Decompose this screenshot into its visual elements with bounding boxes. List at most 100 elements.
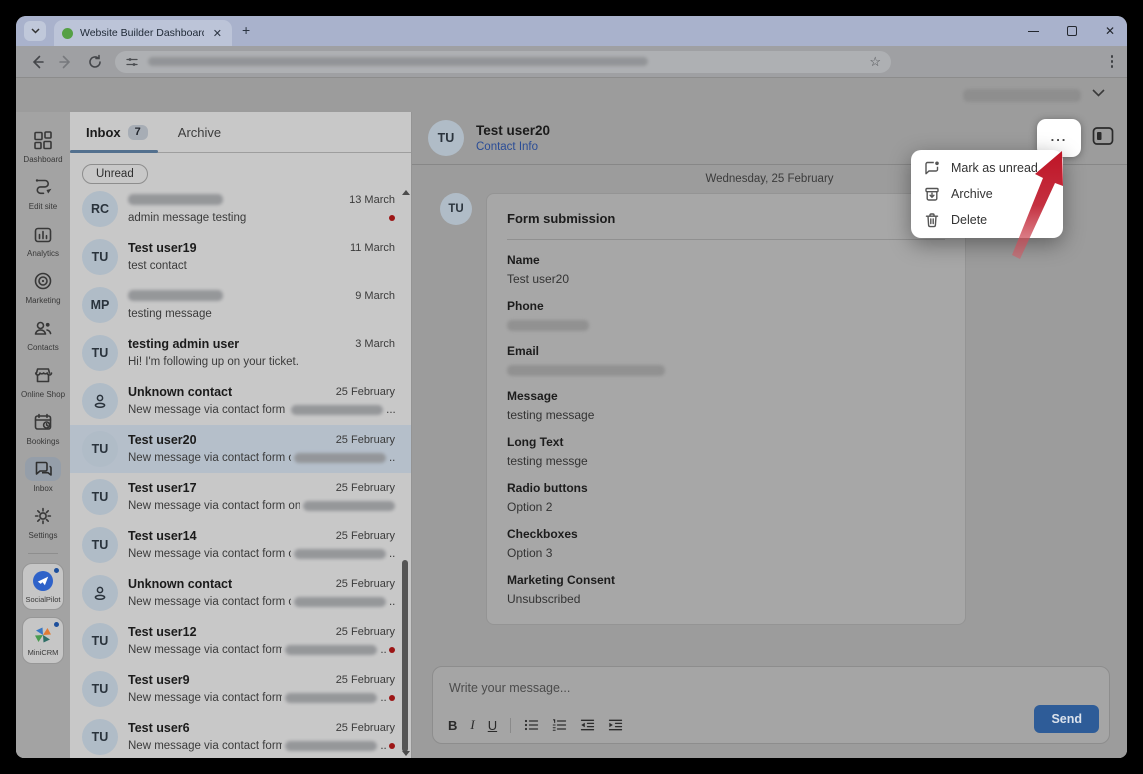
list-item[interactable]: Unknown contact25 FebruaryNew message vi…: [70, 377, 411, 425]
new-tab-button[interactable]: +: [242, 22, 250, 38]
message-row-top: Test user1725 February: [128, 479, 395, 496]
bulleted-list-icon[interactable]: [524, 718, 539, 732]
menu-item-delete[interactable]: Delete: [911, 207, 1063, 233]
sidebar-item-label: Online Shop: [21, 390, 65, 399]
list-item[interactable]: TUTest user2025 FebruaryNew message via …: [70, 425, 411, 473]
message-summary: Unknown contact25 FebruaryNew message vi…: [128, 377, 395, 425]
notification-dot: [54, 622, 59, 627]
list-item[interactable]: Unknown contact25 FebruaryNew message vi…: [70, 569, 411, 617]
underline-icon[interactable]: U: [488, 718, 497, 733]
menu-item-mark-as-unread[interactable]: Mark as unread: [911, 155, 1063, 181]
list-item[interactable]: TUTest user625 FebruaryNew message via c…: [70, 713, 411, 758]
form-field-marketing-consent: Marketing ConsentUnsubscribed: [507, 573, 945, 606]
message-row-bottom: New message via contact form on..: [128, 545, 395, 562]
close-button[interactable]: ✕: [1105, 25, 1115, 37]
avatar: TU: [82, 719, 118, 755]
list-item[interactable]: TUTest user1425 FebruaryNew message via …: [70, 521, 411, 569]
delete-icon: [923, 211, 941, 229]
browser-tab[interactable]: Website Builder Dashboard ✕: [54, 20, 232, 46]
redacted-account-name: [963, 89, 1081, 102]
avatar: TU: [428, 120, 464, 156]
form-field-message: Messagetesting message: [507, 389, 945, 422]
sidebar-item-bookings[interactable]: Bookings: [27, 410, 60, 446]
field-value: Test user20: [507, 272, 945, 286]
sidebar-item-label: Settings: [29, 531, 58, 540]
list-item[interactable]: TUtesting admin user3 MarchHi! I'm follo…: [70, 329, 411, 377]
message-sender-name: Test user20: [128, 433, 197, 447]
message-preview: testing message: [128, 308, 212, 320]
outdent-icon[interactable]: [580, 718, 595, 732]
active-tab-underline: [70, 150, 158, 153]
message-input[interactable]: Write your message...: [449, 681, 570, 695]
bold-icon[interactable]: B: [448, 718, 457, 733]
italic-icon[interactable]: I: [470, 717, 474, 733]
menu-item-label: Delete: [951, 213, 987, 227]
message-preview: New message via contact form on: [128, 500, 300, 512]
unread-dot: [389, 743, 395, 749]
sidebar-item-settings[interactable]: Settings: [29, 504, 58, 540]
list-item[interactable]: TUTest user1225 FebruaryNew message via …: [70, 617, 411, 665]
message-preview-ellipsis: ..: [380, 692, 386, 704]
list-scrollbar[interactable]: [400, 188, 410, 756]
sidebar-item-online-shop[interactable]: Online Shop: [21, 363, 65, 399]
tab-inbox[interactable]: Inbox 7: [86, 125, 148, 140]
sidebar-app-socialpilot[interactable]: SocialPilot: [22, 563, 64, 610]
sidebar-item-inbox[interactable]: Inbox: [25, 457, 61, 493]
menu-item-archive[interactable]: Archive: [911, 181, 1063, 207]
tab-archive[interactable]: Archive: [178, 125, 221, 140]
tab-search-button[interactable]: [24, 21, 46, 41]
sidebar-item-contacts[interactable]: Contacts: [27, 316, 59, 352]
message-preview: admin message testing: [128, 212, 246, 224]
reload-button[interactable]: [87, 54, 103, 70]
scroll-up-icon[interactable]: [402, 190, 410, 195]
avatar: TU: [82, 479, 118, 515]
notification-dot: [54, 568, 59, 573]
sidebar-app-minicrm[interactable]: MiniCRM: [22, 617, 64, 664]
message-row-bottom: New message via contact form on..: [128, 641, 395, 658]
account-chevron-down-icon[interactable]: [1092, 89, 1105, 97]
bookings-icon: [32, 410, 54, 434]
bookmark-star-icon[interactable]: ☆: [869, 54, 881, 70]
list-item[interactable]: TUTest user1911 Marchtest contact: [70, 233, 411, 281]
send-button[interactable]: Send: [1034, 705, 1099, 733]
message-bubble-row: TU Form submission NameTest user20PhoneE…: [440, 193, 966, 625]
sidebar-item-marketing[interactable]: Marketing: [25, 269, 60, 305]
message-preview-ellipsis: ..: [380, 644, 386, 656]
avatar: RC: [82, 191, 118, 227]
scrollbar-thumb[interactable]: [402, 560, 408, 752]
minimize-button[interactable]: [1028, 31, 1039, 32]
site-settings-icon: [125, 55, 139, 69]
context-menu: Mark as unreadArchive Delete: [911, 150, 1063, 238]
indent-icon[interactable]: [608, 718, 623, 732]
list-item[interactable]: TU Test user1725 February New message via …: [70, 473, 411, 521]
contact-info-link[interactable]: Contact Info: [476, 141, 550, 153]
scroll-down-icon[interactable]: [402, 751, 410, 756]
browser-menu-icon[interactable]: [1111, 55, 1114, 68]
message-sender-name: Unknown contact: [128, 385, 232, 399]
settings-icon: [32, 504, 54, 528]
list-item[interactable]: TUTest user925 FebruaryNew message via c…: [70, 665, 411, 713]
unread-filter-chip[interactable]: Unread: [82, 164, 148, 184]
message-preview-ellipsis: ..: [389, 548, 395, 560]
side-panel-toggle-icon[interactable]: [1092, 126, 1114, 146]
list-item[interactable]: MP9 Marchtesting message: [70, 281, 411, 329]
redacted-preview: [285, 741, 377, 751]
sidebar-item-dashboard[interactable]: Dashboard: [23, 128, 62, 164]
field-label: Email: [507, 344, 945, 358]
numbered-list-icon[interactable]: [552, 718, 567, 732]
list-item[interactable]: RC 13 Marchadmin message testing: [70, 185, 411, 233]
tab-close-icon[interactable]: ✕: [211, 27, 224, 40]
message-sender-name: Test user6: [128, 721, 190, 735]
message-date: 11 March: [350, 242, 395, 254]
message-preview-ellipsis: ..: [389, 452, 395, 464]
sidebar-item-analytics[interactable]: Analytics: [27, 222, 59, 258]
maximize-button[interactable]: [1067, 26, 1077, 36]
message-date: 25 February: [336, 578, 395, 590]
sidebar-item-edit-site[interactable]: Edit site: [29, 175, 57, 211]
forward-button[interactable]: [58, 54, 74, 70]
message-summary: 13 Marchadmin message testing: [128, 185, 395, 233]
reload-icon: [87, 54, 103, 70]
url-bar[interactable]: ☆: [115, 51, 891, 73]
sidebar-item-label: Contacts: [27, 343, 59, 352]
back-button[interactable]: [29, 54, 45, 70]
